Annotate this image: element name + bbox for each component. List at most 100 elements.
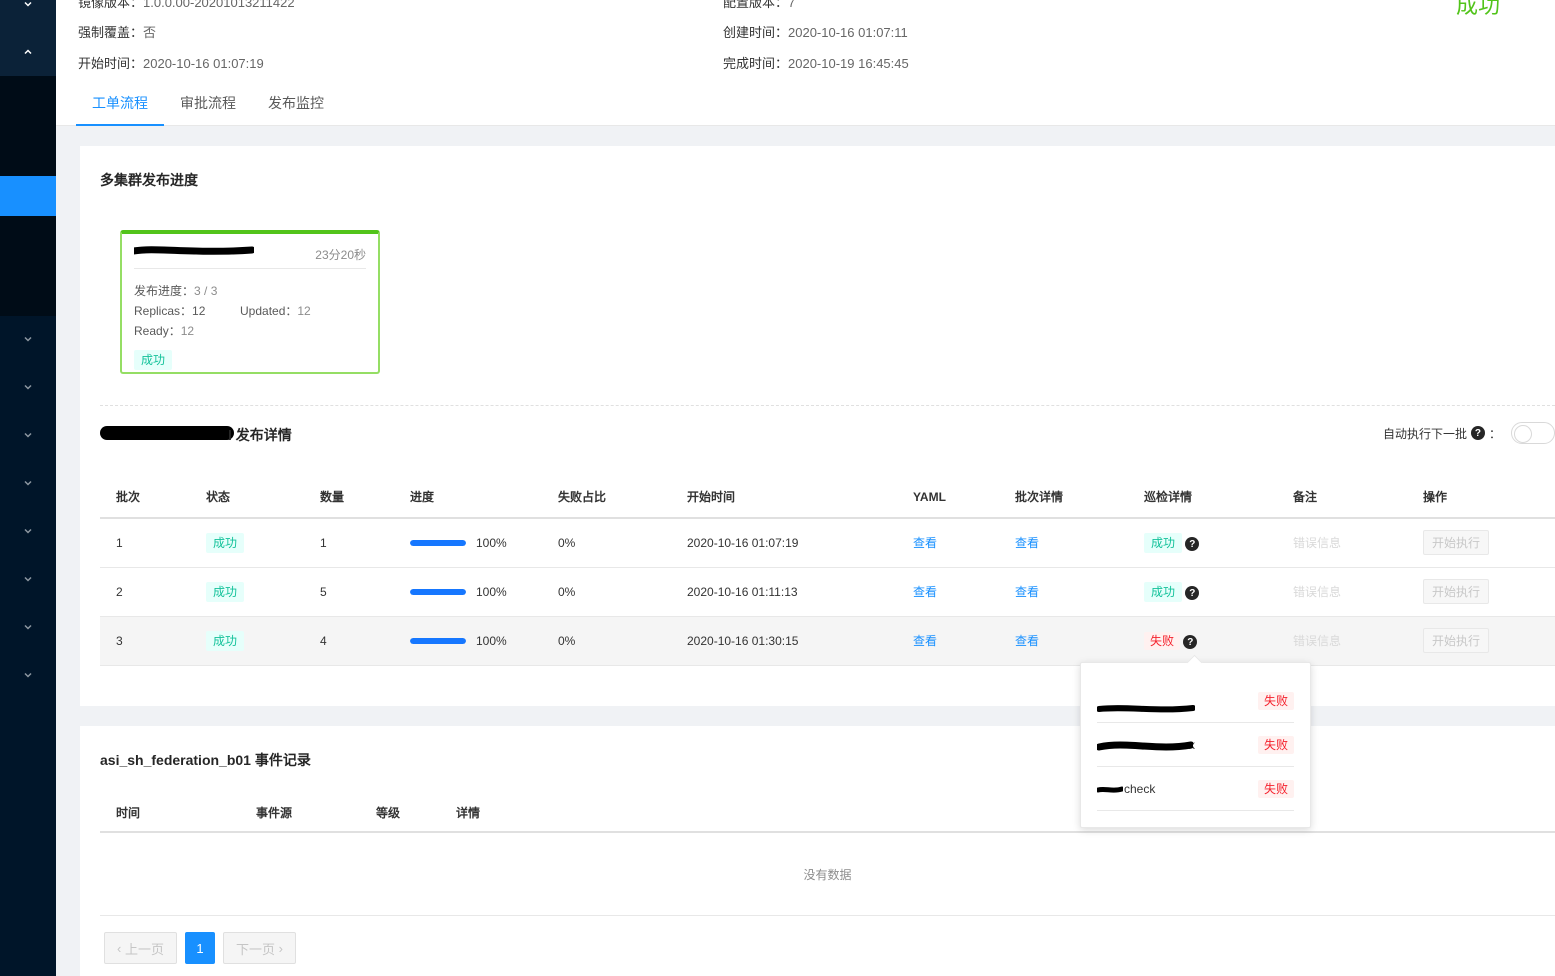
help-icon[interactable]: ?: [1185, 537, 1200, 552]
cluster-updated-label: Updated：: [240, 304, 298, 318]
error-info: 错误信息: [1293, 634, 1342, 648]
chevron-down-icon[interactable]: [0, 665, 56, 685]
column-header: 时间: [100, 794, 240, 833]
page-number[interactable]: 1: [184, 932, 215, 964]
cluster-ready-value: 12: [180, 324, 195, 338]
batch-table: 批次 状态 数量 进度 失败占比 开始时间 YAML 批次详情 巡检详情 备注 …: [100, 476, 1555, 666]
chevron-down-icon[interactable]: [0, 473, 56, 493]
auto-next-toggle[interactable]: [1511, 422, 1555, 444]
view-yaml-link[interactable]: 查看: [913, 536, 937, 550]
cluster-status: 成功: [134, 350, 173, 370]
chevron-down-icon[interactable]: [0, 0, 56, 14]
auto-next-label: 自动执行下一批: [1382, 426, 1467, 441]
sidebar-item-active[interactable]: [0, 176, 56, 216]
start-execute-button[interactable]: 开始执行: [1423, 579, 1490, 604]
events-title: asi_sh_federation_b01 事件记录: [100, 752, 311, 768]
force-override-label: 强制覆盖：: [78, 25, 144, 40]
yaml-cell: 查看: [897, 616, 999, 666]
status-badge: 失败: [1257, 691, 1294, 710]
image-version: 镜像版本：1.0.0.00-20201013211422: [78, 0, 295, 11]
sidebar-top: [0, 0, 56, 76]
cluster-card[interactable]: 23分20秒 发布进度：3 / 3 Replicas：12 Updated：12…: [120, 230, 380, 374]
start-execute-button[interactable]: 开始执行: [1423, 628, 1490, 653]
column-header: 批次: [100, 476, 190, 519]
help-icon[interactable]: ?: [1470, 426, 1485, 440]
force-override: 强制覆盖：否: [78, 22, 156, 41]
start-time: 2020-10-16 01:30:15: [671, 616, 897, 666]
config-version-label: 配置版本：: [723, 0, 789, 10]
start-time-value: 2020-10-16 01:07:19: [143, 56, 264, 71]
help-icon[interactable]: ?: [1185, 586, 1200, 600]
events-card: asi_sh_federation_b01 事件记录 时间 事件源 等级 详情 …: [80, 726, 1555, 976]
tab-monitor[interactable]: 发布监控: [252, 82, 340, 126]
batch-number: 1: [100, 518, 190, 568]
table-header-row: 时间 事件源 等级 详情: [100, 794, 1555, 833]
status-badge: 失败: [1257, 735, 1294, 754]
fail-ratio: 0%: [542, 567, 671, 617]
batch-progress: 100%: [394, 567, 542, 617]
yaml-cell: 查看: [897, 567, 999, 617]
note-cell: 错误信息: [1277, 567, 1407, 617]
inspect-status-badge: 成功: [1144, 532, 1183, 553]
inspect-item: x 失败: [1097, 723, 1294, 767]
error-info: 错误信息: [1293, 585, 1342, 599]
created-time-value: 2020-10-16 01:07:11: [788, 25, 908, 40]
inspect-item-name: x: [1097, 738, 1195, 752]
progress-text: 100%: [476, 585, 507, 599]
table-row: 3 成功 4 100% 0% 2020-10-16 01:30:15 查看 查看…: [100, 616, 1555, 666]
progress-bar: [410, 540, 466, 547]
chevron-right-icon: ›: [274, 940, 283, 956]
help-icon[interactable]: ?: [1183, 635, 1198, 649]
column-header: 详情: [440, 794, 1555, 833]
cluster-updated-value: 12: [297, 304, 311, 318]
table-row: 2 成功 5 100% 0% 2020-10-16 01:11:13 查看 查看…: [100, 567, 1555, 617]
view-batch-detail-link[interactable]: 查看: [1015, 634, 1039, 648]
order-header: 镜像版本：1.0.0.00-20201013211422 配置版本：7 强制覆盖…: [56, 0, 1555, 126]
prev-page-button[interactable]: ‹ 上一页: [104, 932, 177, 964]
column-header: YAML: [897, 476, 999, 519]
status-badge: 成功: [134, 350, 173, 370]
chevron-up-icon[interactable]: [0, 42, 56, 62]
chevron-down-icon[interactable]: [0, 329, 56, 349]
cluster-progress-value: 3 / 3: [194, 284, 218, 298]
inspect-popover: 失败 x 失败 check 失败: [1080, 662, 1311, 828]
status-badge: 成功: [206, 630, 245, 651]
view-batch-detail-link[interactable]: 查看: [1015, 536, 1039, 550]
batch-detail-cell: 查看: [999, 518, 1128, 568]
view-batch-detail-link[interactable]: 查看: [1015, 585, 1039, 599]
created-time-label: 创建时间：: [723, 25, 789, 40]
chevron-down-icon[interactable]: [0, 425, 56, 445]
batch-progress: 100%: [394, 518, 542, 568]
chevron-down-icon[interactable]: [0, 569, 56, 589]
view-yaml-link[interactable]: 查看: [913, 634, 937, 648]
batch-detail-cell: 查看: [999, 616, 1128, 666]
table-header-row: 批次 状态 数量 进度 失败占比 开始时间 YAML 批次详情 巡检详情 备注 …: [100, 476, 1555, 519]
image-version-label: 镜像版本：: [78, 0, 144, 10]
start-execute-button[interactable]: 开始执行: [1423, 530, 1490, 556]
status-badge: 成功: [206, 532, 245, 553]
cluster-name-redacted: [130, 244, 256, 255]
yaml-cell: 查看: [897, 518, 999, 568]
release-progress-card: 多集群发布进度 23分20秒 发布进度：3 / 3 Replicas：12 Up…: [80, 146, 1555, 706]
prev-page-label: 上一页: [124, 941, 164, 957]
auto-next-batch: 自动执行下一批 ? ：: [1383, 422, 1555, 444]
progress-bar: [410, 638, 466, 644]
batch-detail-cell: 查看: [999, 567, 1128, 617]
view-yaml-link[interactable]: 查看: [913, 585, 937, 599]
detail-title: l 发布详情: [228, 427, 292, 443]
chevron-down-icon[interactable]: [0, 521, 56, 541]
tab-approval[interactable]: 审批流程: [164, 82, 252, 126]
cluster-replicas: Replicas：12: [134, 302, 205, 319]
tab-workflow[interactable]: 工单流程: [76, 82, 164, 126]
cluster-replicas-value: 12: [192, 304, 206, 318]
inspect-status-badge: 成功: [1144, 581, 1183, 602]
chevron-down-icon[interactable]: [0, 617, 56, 637]
action-cell: 开始执行: [1407, 567, 1555, 617]
column-header: 数量: [304, 476, 394, 519]
error-info: 错误信息: [1293, 536, 1342, 551]
chevron-down-icon[interactable]: [0, 377, 56, 397]
next-page-button[interactable]: 下一页 ›: [222, 932, 296, 964]
column-header: 批次详情: [999, 476, 1128, 519]
section-title: 多集群发布进度: [100, 172, 198, 188]
batch-count: 1: [304, 518, 394, 568]
